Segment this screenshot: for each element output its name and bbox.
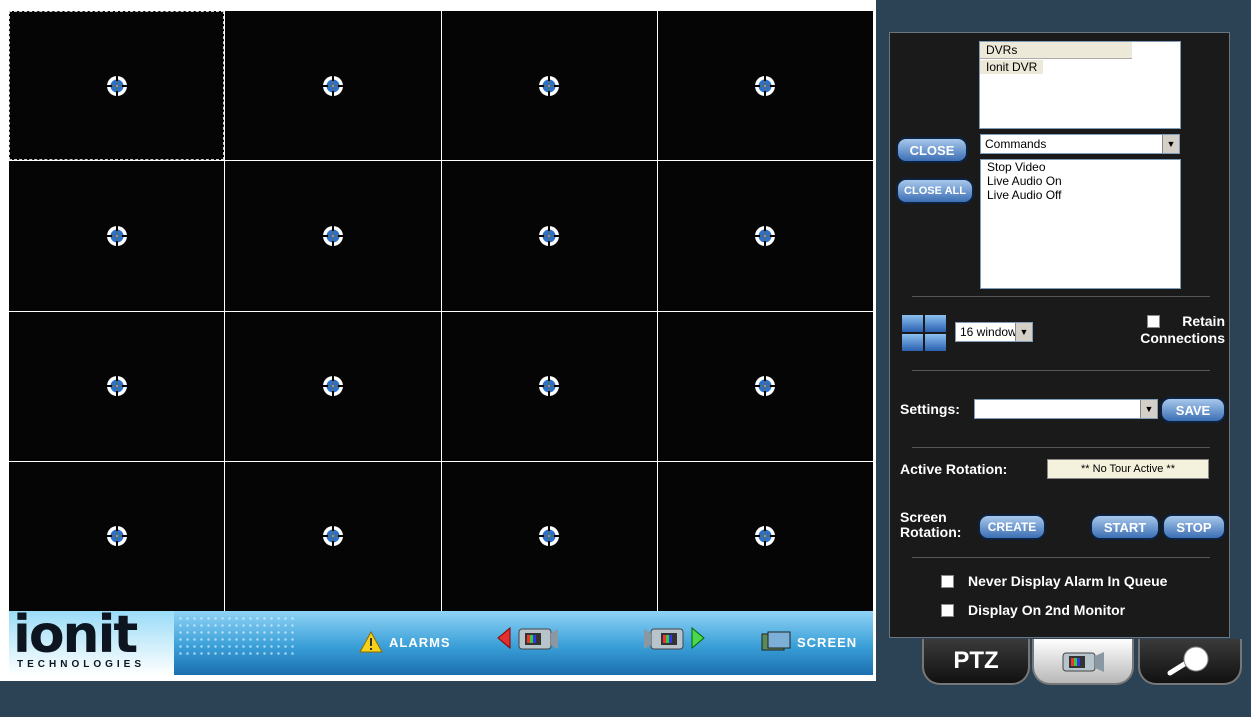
next-camera-button[interactable] bbox=[643, 623, 705, 653]
commands-list[interactable]: Stop Video Live Audio On Live Audio Off bbox=[980, 159, 1181, 289]
divider bbox=[912, 557, 1210, 558]
crosshair-icon bbox=[754, 525, 777, 548]
video-cell[interactable] bbox=[225, 311, 441, 461]
arrow-left-icon bbox=[497, 627, 511, 649]
commands-dropdown[interactable]: Commands ▼ bbox=[980, 134, 1180, 154]
never-display-alarm-label: Never Display Alarm In Queue bbox=[968, 573, 1168, 589]
crosshair-icon bbox=[754, 224, 777, 247]
video-cell[interactable] bbox=[657, 161, 873, 311]
screen-button[interactable]: SCREEN bbox=[761, 631, 857, 653]
crosshair-icon bbox=[538, 375, 561, 398]
crosshair-icon bbox=[754, 375, 777, 398]
video-cell[interactable] bbox=[225, 11, 441, 161]
settings-dropdown[interactable]: ▼ bbox=[974, 399, 1158, 419]
alarms-button[interactable]: ALARMS bbox=[359, 631, 451, 653]
arrow-right-icon bbox=[691, 627, 705, 649]
command-item[interactable]: Stop Video bbox=[981, 160, 1180, 174]
crosshair-icon bbox=[321, 74, 344, 97]
video-cell[interactable] bbox=[9, 161, 225, 311]
active-rotation-label: Active Rotation: bbox=[900, 461, 1008, 477]
logo-subtitle: TECHNOLOGIES bbox=[17, 659, 146, 670]
crosshair-icon bbox=[105, 375, 128, 398]
chevron-down-icon[interactable]: ▼ bbox=[1162, 135, 1179, 153]
video-grid bbox=[9, 11, 873, 611]
never-display-alarm-checkbox[interactable] bbox=[941, 575, 954, 588]
retain-connections-checkbox[interactable] bbox=[1147, 315, 1160, 328]
video-cell[interactable] bbox=[441, 161, 657, 311]
warning-icon bbox=[359, 631, 383, 653]
video-cell[interactable] bbox=[9, 461, 225, 611]
dvr-list-header[interactable]: DVRs bbox=[980, 42, 1132, 59]
chevron-down-icon[interactable]: ▼ bbox=[1140, 400, 1157, 418]
stop-button[interactable]: STOP bbox=[1162, 514, 1226, 540]
video-cell[interactable] bbox=[225, 461, 441, 611]
retain-label-2: Connections bbox=[1140, 330, 1225, 346]
retain-label-1: Retain bbox=[1182, 313, 1225, 329]
alarms-label: ALARMS bbox=[389, 634, 451, 650]
screen-icon bbox=[761, 631, 791, 651]
close-button[interactable]: CLOSE bbox=[896, 137, 968, 163]
screen-rotation-label-2: Rotation: bbox=[900, 524, 962, 540]
grid-layout-icon[interactable] bbox=[902, 315, 946, 351]
tab-camera[interactable] bbox=[1032, 639, 1134, 685]
video-panel: ionit TECHNOLOGIES ALARMS SCREEN bbox=[0, 0, 876, 681]
command-item[interactable]: Live Audio Off bbox=[981, 188, 1180, 202]
save-button[interactable]: SAVE bbox=[1160, 397, 1226, 423]
crosshair-icon bbox=[321, 375, 344, 398]
tab-ptz-label: PTZ bbox=[953, 647, 999, 674]
video-cell[interactable] bbox=[9, 11, 225, 161]
video-cell[interactable] bbox=[441, 311, 657, 461]
window-layout-dropdown[interactable]: 16 window ▼ bbox=[955, 322, 1033, 342]
video-cell[interactable] bbox=[441, 461, 657, 611]
logo-text: ionit bbox=[13, 605, 138, 665]
dvr-list[interactable]: DVRs Ionit DVR bbox=[979, 41, 1181, 129]
second-monitor-label: Display On 2nd Monitor bbox=[968, 602, 1126, 618]
camera-icon bbox=[1062, 652, 1104, 672]
crosshair-icon bbox=[321, 525, 344, 548]
commands-dropdown-value: Commands bbox=[985, 137, 1047, 151]
command-item[interactable]: Live Audio On bbox=[981, 174, 1180, 188]
decorative-dots bbox=[177, 615, 297, 655]
tab-search[interactable] bbox=[1138, 639, 1242, 685]
active-rotation-value: ** No Tour Active ** bbox=[1047, 459, 1209, 479]
ionit-logo: ionit TECHNOLOGIES bbox=[9, 605, 174, 675]
divider bbox=[912, 370, 1210, 371]
create-button[interactable]: CREATE bbox=[978, 514, 1046, 540]
crosshair-icon bbox=[321, 224, 344, 247]
video-cell[interactable] bbox=[657, 311, 873, 461]
video-cell[interactable] bbox=[657, 461, 873, 611]
dvr-list-item[interactable]: Ionit DVR bbox=[980, 60, 1044, 74]
crosshair-icon bbox=[105, 525, 128, 548]
divider bbox=[912, 296, 1210, 297]
second-monitor-checkbox[interactable] bbox=[941, 604, 954, 617]
crosshair-icon bbox=[105, 224, 128, 247]
start-button[interactable]: START bbox=[1090, 514, 1160, 540]
crosshair-icon bbox=[538, 224, 561, 247]
video-cell[interactable] bbox=[657, 11, 873, 161]
settings-label: Settings: bbox=[900, 401, 960, 417]
video-cell[interactable] bbox=[9, 311, 225, 461]
crosshair-icon bbox=[105, 74, 128, 97]
crosshair-icon bbox=[538, 74, 561, 97]
window-layout-value: 16 window bbox=[960, 325, 1017, 339]
crosshair-icon bbox=[754, 74, 777, 97]
chevron-down-icon[interactable]: ▼ bbox=[1015, 323, 1032, 341]
magnifier-icon bbox=[1167, 646, 1209, 676]
video-cell[interactable] bbox=[441, 11, 657, 161]
divider bbox=[912, 447, 1210, 448]
bottom-toolbar: ionit TECHNOLOGIES ALARMS SCREEN bbox=[9, 605, 873, 675]
screen-rotation-label-1: Screen bbox=[900, 509, 947, 525]
screen-label: SCREEN bbox=[797, 634, 858, 650]
close-all-button[interactable]: CLOSE ALL bbox=[896, 178, 974, 204]
camera-icon bbox=[644, 628, 684, 650]
previous-camera-button[interactable] bbox=[497, 623, 559, 653]
video-cell[interactable] bbox=[225, 161, 441, 311]
control-panel: DVRs Ionit DVR CLOSE CLOSE ALL Commands … bbox=[889, 32, 1230, 638]
tab-ptz[interactable]: PTZ bbox=[922, 639, 1030, 685]
camera-icon bbox=[518, 628, 558, 650]
crosshair-icon bbox=[538, 525, 561, 548]
